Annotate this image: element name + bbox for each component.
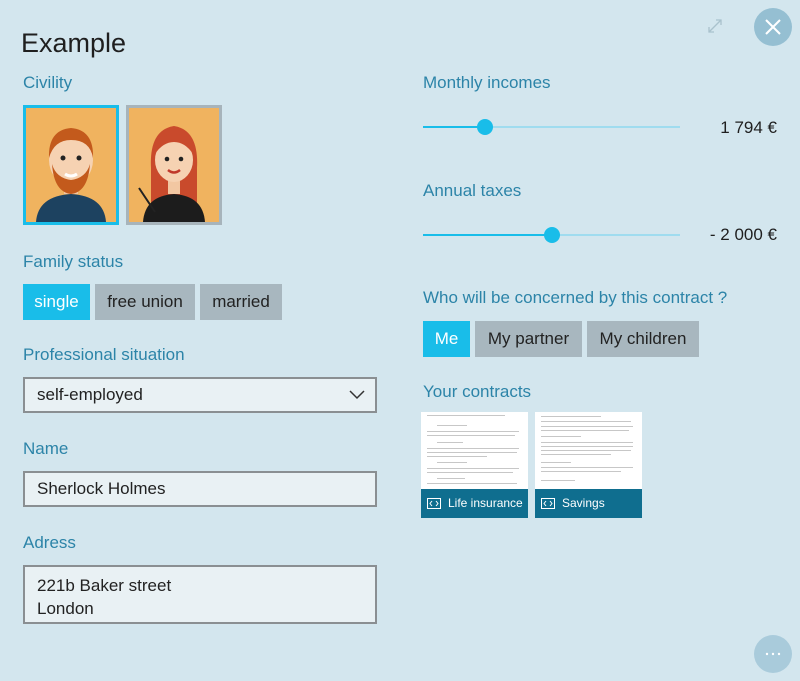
monthly-incomes-slider-thumb[interactable]	[477, 119, 493, 135]
male-avatar-image	[26, 108, 116, 222]
annual-taxes-slider-thumb[interactable]	[544, 227, 560, 243]
contract-title: Savings	[562, 496, 605, 510]
contract-card-savings[interactable]: Savings	[535, 412, 642, 518]
contract-card-bar: Savings	[535, 489, 642, 518]
close-icon	[765, 19, 781, 35]
concerned-label: Who will be concerned by this contract ?	[423, 288, 728, 307]
contract-card-life-insurance[interactable]: Life insurance	[421, 412, 528, 518]
address-label: Adress	[23, 533, 76, 552]
monthly-incomes-value: 1 794 €	[720, 118, 777, 137]
monthly-incomes-slider-fill	[423, 126, 485, 128]
contract-title: Life insurance	[448, 496, 523, 510]
address-line-2: London	[37, 599, 94, 618]
annual-taxes-label: Annual taxes	[423, 181, 522, 200]
professional-situation-select[interactable]: self-employed	[23, 377, 377, 413]
contract-card-bar: Life insurance	[421, 489, 528, 518]
expand-icon[interactable]	[706, 17, 724, 35]
civility-male-avatar[interactable]	[23, 105, 119, 225]
code-icon	[541, 498, 555, 509]
concerned-my-children-button[interactable]: My children	[587, 321, 699, 357]
more-button[interactable]	[754, 635, 792, 673]
family-status-single-button[interactable]: single	[23, 284, 90, 320]
concerned-my-partner-button[interactable]: My partner	[475, 321, 582, 357]
professional-situation-value: self-employed	[37, 385, 143, 404]
annual-taxes-value: - 2 000 €	[709, 225, 777, 244]
family-status-label: Family status	[23, 252, 124, 271]
annual-taxes-slider-fill	[423, 234, 552, 236]
female-avatar-image	[129, 108, 219, 222]
family-status-free-union-button[interactable]: free union	[95, 284, 195, 320]
name-field[interactable]: Sherlock Holmes	[23, 471, 377, 507]
monthly-incomes-label: Monthly incomes	[423, 73, 551, 92]
more-icon	[765, 652, 781, 656]
contracts-label: Your contracts	[423, 382, 532, 401]
professional-situation-label: Professional situation	[23, 345, 185, 364]
page-title: Example	[21, 28, 127, 58]
name-label: Name	[23, 439, 69, 458]
address-field[interactable]: 221b Baker street London	[23, 565, 377, 624]
concerned-me-button[interactable]: Me	[423, 321, 470, 357]
civility-female-avatar[interactable]	[126, 105, 222, 225]
address-line-1: 221b Baker street	[37, 576, 172, 595]
chevron-down-icon	[349, 390, 365, 400]
family-status-married-button[interactable]: married	[200, 284, 282, 320]
civility-label: Civility	[23, 73, 73, 92]
code-icon	[427, 498, 441, 509]
close-button[interactable]	[754, 8, 792, 46]
